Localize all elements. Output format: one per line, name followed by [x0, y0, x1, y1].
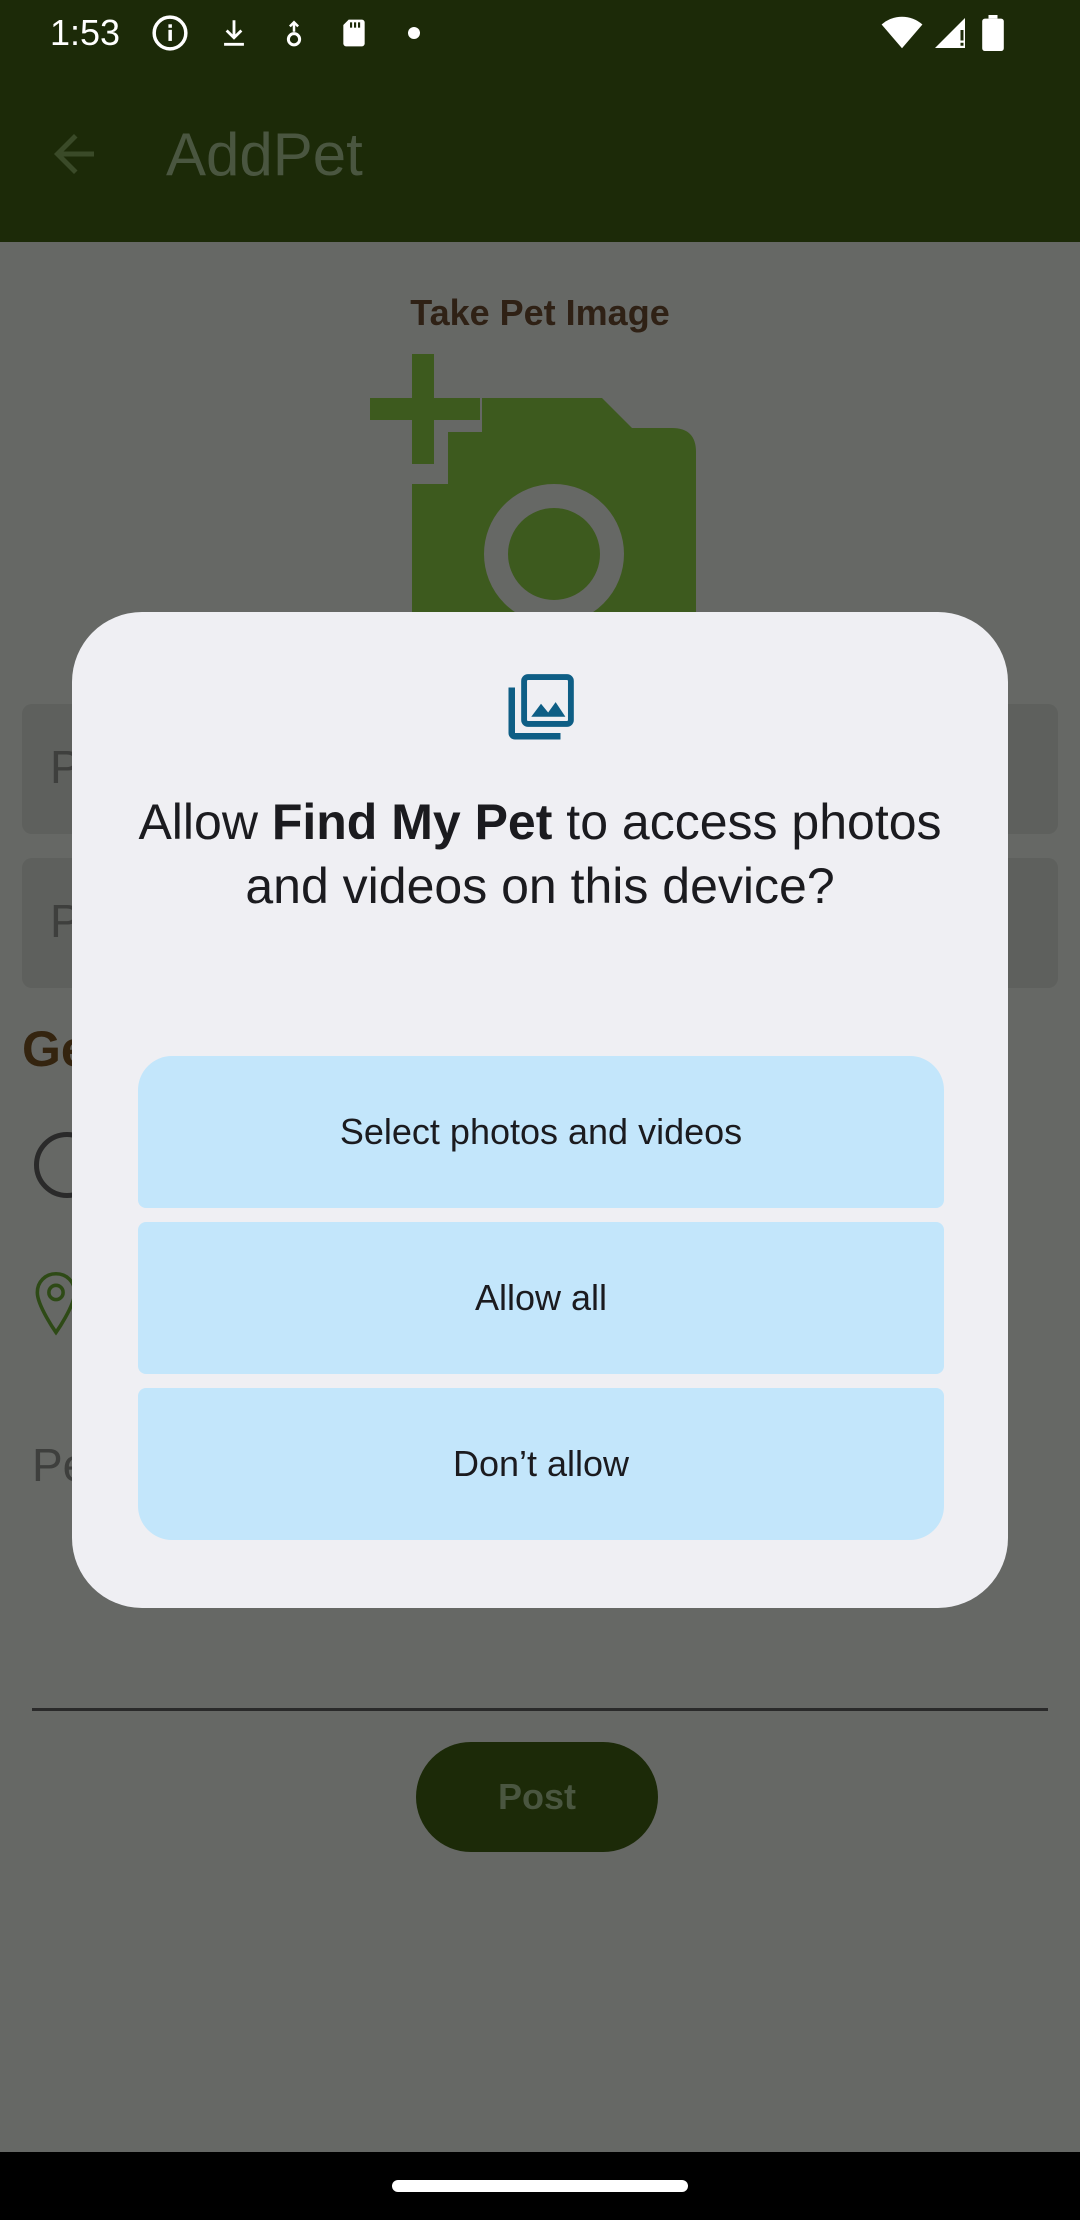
app-title: AddPet	[166, 121, 363, 188]
allow-all-button[interactable]: Allow all	[138, 1222, 944, 1374]
post-button[interactable]: Post	[416, 1742, 658, 1852]
status-bar: 1:53	[0, 0, 1080, 66]
dont-allow-button[interactable]: Don’t allow	[138, 1388, 944, 1540]
home-gesture-handle[interactable]	[392, 2180, 688, 2192]
status-time: 1:53	[50, 12, 121, 53]
dialog-app-name: Find My Pet	[271, 794, 553, 850]
permission-dialog: Allow Find My Pet to access photos and v…	[72, 612, 1008, 1608]
input-underline	[32, 1708, 1048, 1711]
battery-icon	[978, 14, 1008, 52]
download-icon	[214, 14, 254, 52]
take-image-label: Take Pet Image	[410, 292, 670, 333]
dialog-title-prefix: Allow	[138, 794, 272, 850]
select-photos-button[interactable]: Select photos and videos	[138, 1056, 944, 1208]
photo-library-icon	[502, 668, 580, 746]
info-icon	[150, 14, 190, 52]
dialog-title: Allow Find My Pet to access photos and v…	[132, 790, 948, 918]
navigation-bar	[0, 2152, 1080, 2220]
signal-icon	[930, 14, 970, 52]
sd-card-icon	[334, 14, 374, 52]
wifi-icon	[880, 14, 924, 52]
app-bar: AddPet	[0, 66, 1080, 242]
arrow-back-icon[interactable]	[44, 124, 104, 184]
dot-icon	[404, 14, 424, 52]
download-alt-icon	[274, 14, 314, 52]
